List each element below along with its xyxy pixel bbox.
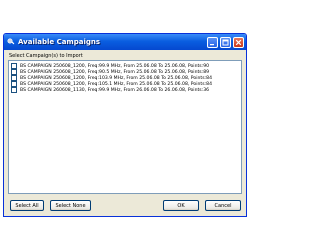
minimize-button[interactable] <box>207 36 218 48</box>
title-bar[interactable]: Available Campaigns <box>4 34 246 50</box>
app-tools-icon <box>7 38 15 46</box>
cancel-button[interactable]: Cancel <box>205 200 241 211</box>
list-item[interactable]: BS CAMPAIGN 250608_1200, Freq:99.9 MHz, … <box>9 63 241 69</box>
campaign-label: BS CAMPAIGN 250608_1200, Freq:90.5 MHz, … <box>20 69 210 75</box>
campaign-list-label: Select Campaign(s) to Import <box>9 53 83 59</box>
maximize-button[interactable] <box>220 36 231 48</box>
close-icon <box>235 39 242 45</box>
maximize-icon <box>222 39 229 45</box>
campaign-label: BS CAMPAIGN 250608_1200, Freq:105.1 MHz,… <box>20 81 213 87</box>
ok-button[interactable]: OK <box>163 200 199 211</box>
campaign-label: BS CAMPAIGN 250608_1200, Freq:103.9 MHz,… <box>20 75 213 81</box>
list-item[interactable]: BS CAMPAIGN 260608_1130, Freq:99.9 MHz, … <box>9 87 241 93</box>
select-all-button[interactable]: Select All <box>10 200 44 211</box>
campaign-checklist[interactable]: BS CAMPAIGN 250608_1200, Freq:99.9 MHz, … <box>8 60 242 194</box>
window-title: Available Campaigns <box>18 38 101 46</box>
close-button[interactable] <box>233 36 244 48</box>
list-item[interactable]: BS CAMPAIGN 250608_1200, Freq:103.9 MHz,… <box>9 75 241 81</box>
list-item[interactable]: BS CAMPAIGN 250608_1200, Freq:105.1 MHz,… <box>9 81 241 87</box>
campaign-label: BS CAMPAIGN 250608_1200, Freq:99.9 MHz, … <box>20 63 210 69</box>
dialog-body: Select Campaign(s) to Import BS CAMPAIGN… <box>4 50 246 216</box>
select-none-button[interactable]: Select None <box>50 200 91 211</box>
available-campaigns-dialog: Available Campaigns Select Campaign(s) t… <box>3 33 247 217</box>
minimize-icon <box>210 43 214 45</box>
campaign-label: BS CAMPAIGN 260608_1130, Freq:99.9 MHz, … <box>20 87 210 93</box>
list-item[interactable]: BS CAMPAIGN 250608_1200, Freq:90.5 MHz, … <box>9 69 241 75</box>
campaign-checkbox[interactable] <box>11 87 17 93</box>
